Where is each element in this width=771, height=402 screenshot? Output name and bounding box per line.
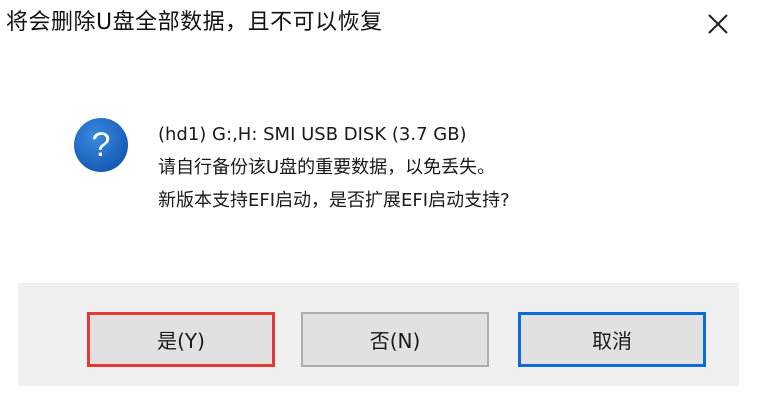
message-line-backup: 请自行备份该U盘的重要数据，以免丢失。 <box>158 157 496 178</box>
message-line-device: (hd1) G:,H: SMI USB DISK (3.7 GB) <box>158 124 467 145</box>
yes-button[interactable]: 是(Y) <box>87 312 275 367</box>
svg-text:?: ? <box>92 126 111 164</box>
cancel-button[interactable]: 取消 <box>518 312 706 367</box>
confirm-dialog: 将会删除U盘全部数据，且不可以恢复 ? (hd1) G:,H: SMI USB … <box>0 0 771 402</box>
button-bar: 是(Y) 否(N) 取消 <box>18 283 739 386</box>
dialog-message: (hd1) G:,H: SMI USB DISK (3.7 GB) 请自行备份该… <box>158 118 510 217</box>
close-button[interactable] <box>702 6 736 40</box>
no-button[interactable]: 否(N) <box>301 312 489 367</box>
dialog-title: 将会删除U盘全部数据，且不可以恢复 <box>6 10 383 35</box>
question-icon: ? <box>74 118 128 172</box>
close-icon <box>708 14 728 34</box>
message-line-efi: 新版本支持EFI启动，是否扩展EFI启动支持? <box>158 190 510 211</box>
